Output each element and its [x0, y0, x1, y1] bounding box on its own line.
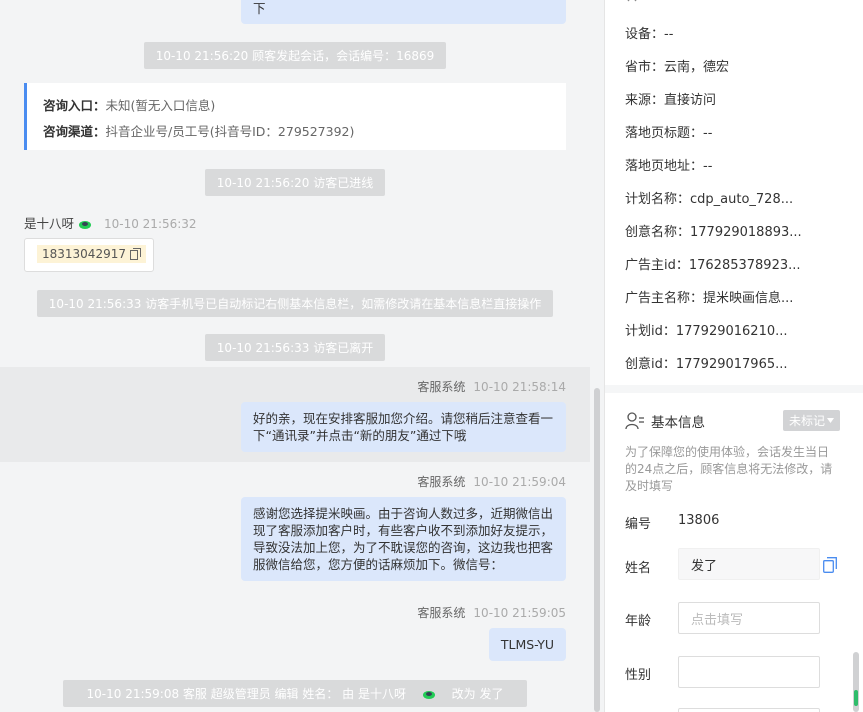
message-sender: 客服系统 — [417, 475, 466, 489]
system-message: 10-10 21:56:20 访客已进线 — [0, 169, 590, 196]
phone-card: 18313042917 — [24, 238, 154, 272]
message-meta: 客服系统 10-10 21:59:05 — [417, 604, 566, 621]
info-creative-name: 创意名称：177929018893... — [625, 225, 802, 240]
info-source: 来源：直接访问 — [625, 93, 717, 108]
chat-bubble: TLMS-YU — [488, 628, 566, 661]
info-plan-id: 计划id：177929016210... — [625, 324, 788, 339]
consult-entry-value: 未知(暂无入口信息) — [105, 98, 216, 113]
message-time: 10-10 21:59:04 — [473, 475, 566, 489]
info-creative-id: 创意id：177929017965... — [625, 357, 788, 372]
side-scrollbar-indicator — [854, 690, 858, 706]
bubble-text: 好的亲，现在安排客服加您介绍。请您稍后注意查看一下“通讯录”并点击“新的朋友”通… — [253, 411, 554, 443]
info-region: 省市：云南，德宏 — [625, 60, 730, 75]
info-landing-url: 落地页地址：-- — [625, 159, 713, 174]
message-time: 10-10 21:58:14 — [473, 380, 566, 394]
system-message-text: 10-10 21:56:20 访客已进线 — [204, 169, 386, 196]
gender-label: 性别 — [625, 668, 652, 683]
section-divider — [605, 385, 863, 393]
bubble-text: 下 — [253, 1, 266, 16]
system-message: 10-10 21:56:20 顾客发起会话，会话编号：16869 — [0, 42, 590, 69]
message-sender: 客服系统 — [417, 380, 466, 394]
age-field-placeholder: 点击填写 — [691, 612, 744, 628]
basic-info-title: 基本信息 — [651, 414, 705, 431]
consult-source-card: 咨询入口：未知(暂无入口信息) 咨询渠道：抖音企业号/员工号(抖音号ID：279… — [24, 83, 566, 150]
system-message-text: 10-10 21:56:33 访客手机号已自动标记右侧基本信息栏，如需修改请在基… — [36, 290, 554, 317]
message-meta: 客服系统 10-10 21:59:04 — [417, 473, 566, 490]
bubble-text: TLMS-YU — [500, 637, 554, 652]
consult-channel-row: 咨询渠道：抖音企业号/员工号(抖音号ID：279527392) — [43, 119, 550, 145]
info-advertiser-name: 广告主名称：提米映画信息... — [625, 291, 794, 306]
age-label: 年龄 — [625, 614, 652, 629]
consult-entry-label: 咨询入口： — [43, 98, 106, 113]
visitor-message-time: 10-10 21:56:32 — [103, 217, 197, 231]
info-landing-title: 落地页标题：-- — [625, 126, 713, 141]
chat-pane: 下 10-10 21:56:20 顾客发起会话，会话编号：16869 咨询入口：… — [0, 0, 604, 712]
system-message-text: 10-10 21:56:33 访客已离开 — [204, 334, 386, 361]
customer-info-panel: 设备：-- 省市：云南，德宏 来源：直接访问 落地页标题：-- 落地页地址：--… — [604, 0, 863, 712]
chat-bubble: 感谢您选择提米映画。由于咨询人数过多，近期微信出现了客服添加客户时，有些客户收不… — [241, 497, 566, 581]
edit-log-suffix: 改为 发了 — [439, 682, 516, 706]
visitor-header: 是十八呀 10-10 21:56:32 — [24, 213, 197, 232]
info-plan-name: 计划名称：cdp_auto_728... — [625, 192, 794, 207]
basic-info-tip: 为了保障您的使用体验，会话发生当日的24点之后，顾客信息将无法修改，请及时填写 — [625, 445, 833, 493]
system-message: 10-10 21:59:08 客服 超级管理员 编辑 姓名： 由 是十八呀 改为… — [0, 680, 590, 707]
name-field[interactable]: 发了 — [678, 548, 820, 580]
info-device: 设备：-- — [625, 27, 674, 42]
chat-scrollbar-thumb[interactable] — [594, 388, 600, 712]
age-field[interactable]: 点击填写 — [678, 602, 820, 634]
system-message: 10-10 21:56:33 访客已离开 — [0, 334, 590, 361]
number-value: 13806 — [678, 513, 720, 528]
emoji-icon — [422, 690, 435, 699]
name-label: 姓名 — [625, 561, 652, 576]
gender-field[interactable] — [678, 656, 820, 688]
message-meta: 客服系统 10-10 21:58:14 — [417, 378, 566, 395]
visitor-name: 是十八呀 — [24, 216, 75, 231]
chevron-up-icon[interactable] — [627, 0, 637, 2]
system-message-text: 10-10 21:59:08 客服 超级管理员 编辑 姓名： 由 是十八呀 改为… — [62, 680, 528, 707]
next-field[interactable] — [678, 708, 820, 712]
edit-log-prefix: 10-10 21:59:08 客服 超级管理员 编辑 姓名： 由 是十八呀 — [74, 682, 418, 706]
mark-status-label: 未标记 — [788, 414, 825, 428]
bubble-text: 感谢您选择提米映画。由于咨询人数过多，近期微信出现了客服添加客户时，有些客户收不… — [253, 506, 554, 572]
consult-entry-row: 咨询入口：未知(暂无入口信息) — [43, 93, 550, 119]
message-time: 10-10 21:59:05 — [473, 606, 566, 620]
phone-chip[interactable]: 18313042917 — [37, 245, 146, 263]
info-advertiser-id: 广告主id：176285378923... — [625, 258, 801, 273]
consult-channel-value: 抖音企业号/员工号(抖音号ID：279527392) — [105, 124, 355, 139]
number-label: 编号 — [625, 517, 652, 532]
copy-icon[interactable] — [129, 248, 141, 260]
caret-down-icon — [827, 418, 834, 423]
consult-channel-label: 咨询渠道： — [43, 124, 106, 139]
emoji-icon — [79, 220, 91, 229]
phone-number: 18313042917 — [42, 247, 126, 261]
copy-icon[interactable] — [823, 557, 837, 573]
name-field-value: 发了 — [691, 558, 718, 574]
chat-bubble-partial: 下 — [241, 0, 566, 24]
message-sender: 客服系统 — [417, 606, 466, 620]
mark-status-dropdown[interactable]: 未标记 — [782, 410, 840, 431]
system-message: 10-10 21:56:33 访客手机号已自动标记右侧基本信息栏，如需修改请在基… — [0, 290, 590, 317]
chat-bubble: 好的亲，现在安排客服加您介绍。请您稍后注意查看一下“通讯录”并点击“新的朋友”通… — [241, 402, 566, 452]
basic-info-header: 基本信息 未标记 — [625, 410, 840, 431]
system-message-text: 10-10 21:56:20 顾客发起会话，会话编号：16869 — [143, 42, 447, 69]
user-icon — [625, 411, 644, 429]
